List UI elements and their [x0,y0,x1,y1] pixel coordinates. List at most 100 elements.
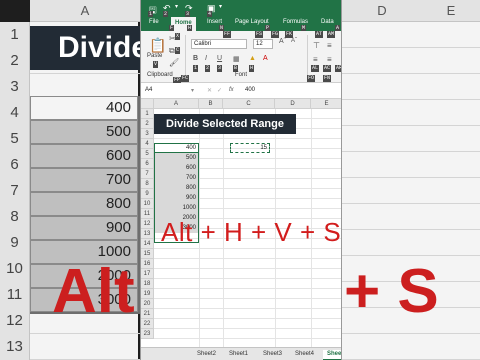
row-header[interactable]: 10 [141,199,154,209]
row-header[interactable]: 20 [141,299,154,309]
chevron-down-icon[interactable]: ▾ [191,87,194,94]
row-header[interactable]: 18 [141,279,154,289]
keytip-fill-color: H [249,65,255,72]
copy-icon[interactable]: ⧉ [169,46,175,56]
keytip-align-center: AC [323,65,332,72]
background-value-cell: 400 [30,96,138,120]
sheet-tab-active[interactable]: Shee [323,350,341,360]
row-header[interactable]: 11 [141,209,154,219]
font-name-box[interactable]: Calibri [191,39,247,49]
align-left-icon[interactable]: ≡ [313,55,318,64]
sheet-tab-bar: Sheet2 Sheet1 Sheet3 Sheet4 Shee [141,347,341,360]
cancel-entry-icon[interactable]: ✕ [207,87,212,94]
row-header[interactable]: 12 [141,219,154,229]
background-row-header: 6 [0,152,30,178]
grid-row-line [154,318,341,319]
col-header-b[interactable]: B [199,99,223,109]
background-title-banner: Divide [30,26,140,70]
row-header[interactable]: 2 [141,119,154,129]
sheet-tab-sheet3[interactable]: Sheet3 [259,350,286,359]
col-header-c[interactable]: C [223,99,275,109]
col-header-d[interactable]: D [275,99,311,109]
clipboard-group-label: Clipboard [147,72,173,78]
row-header[interactable]: 7 [141,169,154,179]
background-value-cell: 500 [30,120,138,144]
tab-data[interactable]: Data [321,19,334,25]
keytip-paste: V [153,61,159,68]
value-cell[interactable]: 600 [155,163,198,173]
value-cell[interactable]: 800 [155,183,198,193]
sheet-tab-sheet2[interactable]: Sheet2 [193,350,220,359]
grow-font-icon[interactable]: Aˆ [279,38,286,45]
row-header[interactable]: 4 [141,139,154,149]
grid-row-line [154,278,341,279]
row-header[interactable]: 5 [141,149,154,159]
align-top-icon[interactable]: ⊤ [313,41,320,50]
background-row-header: 12 [0,308,30,334]
background-col-header-a: A [30,0,140,22]
row-header[interactable]: 15 [141,249,154,259]
tab-file[interactable]: File [149,19,159,25]
borders-icon[interactable]: ▦ [233,55,240,63]
keytip-borders: B [233,65,239,72]
row-header[interactable]: 22 [141,319,154,329]
row-header[interactable]: 14 [141,239,154,249]
sheet-tab-sheet1[interactable]: Sheet1 [225,350,252,359]
keytip-number-format: FN [323,75,332,82]
formula-input[interactable]: 400 [245,87,255,93]
customize-qat-icon[interactable]: ▾ [219,3,222,10]
row-header[interactable]: 21 [141,309,154,319]
title-banner[interactable]: Divide Selected Range [154,114,296,134]
row-header[interactable]: 16 [141,259,154,269]
row-header[interactable]: 17 [141,269,154,279]
keytip-grow-font: FG [271,31,280,38]
col-header-a[interactable]: A [154,99,199,109]
row-header[interactable]: 8 [141,179,154,189]
row-header[interactable]: 19 [141,289,154,299]
keytip-align-top: AT [315,31,324,38]
value-cell[interactable]: 700 [155,173,198,183]
chevron-down-icon[interactable]: ▾ [175,3,178,10]
paste-icon[interactable]: 📋 [149,37,166,54]
fx-icon[interactable]: fx [229,87,234,93]
quick-access-toolbar: 🖫 ↶ ▾ ↷ ▣ ▾ 1 2 3 4 [141,0,341,18]
font-size-box[interactable]: 12 [253,39,273,49]
background-shortcut-right: + S [344,257,439,326]
value-cell[interactable]: 900 [155,193,198,203]
format-painter-icon[interactable]: 🖌 [169,58,179,67]
shrink-font-icon[interactable]: Aˇ [291,38,297,44]
copied-divisor-cell[interactable]: 15 [230,143,270,153]
italic-icon[interactable]: I [205,55,207,62]
name-box[interactable]: A4 [145,87,152,93]
row-header[interactable]: 1 [141,109,154,119]
col-header-e[interactable]: E [311,99,341,109]
background-value-cell: 600 [30,144,138,168]
underline-icon[interactable]: U [217,55,222,62]
fill-color-icon[interactable]: ▲ [249,55,256,62]
confirm-entry-icon[interactable]: ✓ [217,87,222,94]
select-all-corner[interactable] [141,99,154,109]
background-value-cell: 900 [30,216,138,240]
row-header[interactable]: 3 [141,129,154,139]
row-header[interactable]: 13 [141,229,154,239]
sheet-tab-sheet4[interactable]: Sheet4 [291,350,318,359]
value-cell[interactable]: 500 [155,153,198,163]
keytip-underline: 3 [217,65,223,72]
keytip-orientation: FO [307,75,316,82]
row-header[interactable]: 9 [141,189,154,199]
value-cell[interactable]: 1000 [155,203,198,213]
font-color-icon[interactable]: A [263,55,268,62]
background-col-header-d: D [342,0,422,22]
align-middle-icon[interactable]: ≡ [327,41,332,50]
row-header[interactable]: 6 [141,159,154,169]
worksheet-grid[interactable]: A B C D E 1 2 3 4 5 6 7 8 9 10 11 12 13 14 15 16 17 18 19 2… [141,99,341,347]
value-cell[interactable]: 400 [155,143,198,153]
align-center-icon[interactable]: ≡ [327,55,332,64]
bold-icon[interactable]: B [193,55,198,62]
row-header[interactable]: 23 [141,329,154,339]
keytip-align-right: AR [335,65,342,72]
tab-page-layout[interactable]: Page Layout [235,19,269,25]
grid-row-line [154,308,341,309]
grid-row-line [154,298,341,299]
paste-button[interactable]: Paste [147,53,162,59]
